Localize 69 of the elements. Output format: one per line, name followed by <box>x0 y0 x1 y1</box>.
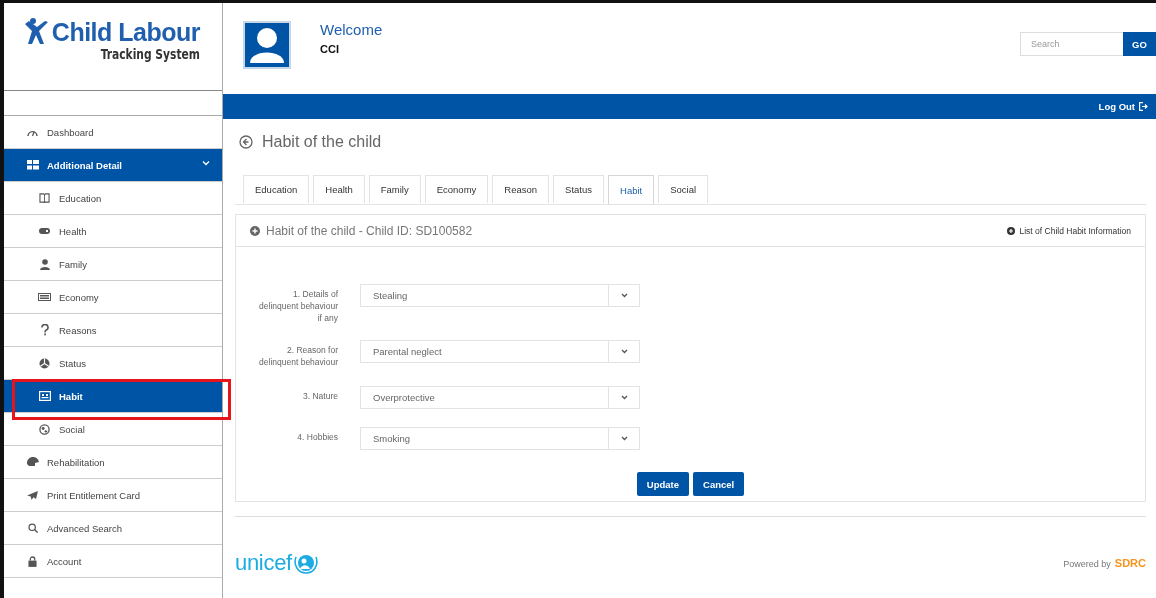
globe-emblem-icon <box>293 552 318 574</box>
tab[interactable]: Economy <box>424 175 489 203</box>
field-label: 3. Nature <box>302 390 338 402</box>
keyboard-icon <box>38 293 51 301</box>
lock-icon <box>26 555 39 567</box>
panel-title: Habit of the child - Child ID: SD100582 <box>266 223 473 238</box>
cancel-button[interactable]: Cancel <box>693 472 745 496</box>
sidebar-subitem[interactable]: Family <box>4 248 222 281</box>
question-mark-icon <box>38 324 51 336</box>
search-field[interactable]: Search <box>1020 32 1123 56</box>
back-circle-icon[interactable] <box>239 135 253 149</box>
dropdown-field[interactable]: Smoking <box>360 427 640 450</box>
logout-button[interactable]: Log Out <box>1098 101 1148 112</box>
sidebar-item[interactable]: Additional Detail <box>4 149 222 182</box>
sidebar-item[interactable]: Print Entitlement Card <box>4 479 222 512</box>
plus-circle-icon <box>1006 226 1015 235</box>
sidebar-subitem[interactable]: Social <box>4 413 222 446</box>
plus-circle-icon <box>250 225 260 236</box>
dropdown-field[interactable]: Parental neglect <box>360 340 640 363</box>
pie-icon <box>38 357 51 369</box>
field-label: 1. Details of delinquent behaviour if any <box>258 288 338 324</box>
logo-subtitle: Tracking System <box>100 46 200 62</box>
sidebar-subitem[interactable]: Habit <box>4 380 222 413</box>
powered-by-text: Powered by <box>1063 559 1111 569</box>
sidebar-subitem[interactable]: Reasons <box>4 314 222 347</box>
chevron-down-icon <box>202 159 210 167</box>
chevron-down-icon <box>620 395 628 400</box>
person-icon <box>38 258 51 270</box>
user-name: CCI <box>320 43 340 55</box>
sidebar-subitem[interactable]: Education <box>4 182 222 215</box>
tab[interactable]: Habit <box>608 175 655 204</box>
paper-plane-icon <box>26 490 39 500</box>
company-name: SDRC <box>1114 557 1146 569</box>
welcome-text: Welcome <box>320 21 383 38</box>
user-avatar-icon <box>243 21 291 69</box>
sidebar-subitem[interactable]: Status <box>4 347 222 380</box>
tab[interactable]: Health <box>313 175 365 203</box>
sidebar-subitem[interactable]: Economy <box>4 281 222 314</box>
book-icon <box>38 193 51 203</box>
list-link[interactable]: List of Child Habit Information <box>1006 225 1131 236</box>
page-title: Habit of the child <box>262 133 382 151</box>
child-figure-icon <box>23 17 50 45</box>
tab[interactable]: Education <box>243 175 310 203</box>
cap-icon <box>26 457 39 467</box>
logo-title: Child Labour <box>51 20 200 45</box>
globe-icon <box>38 423 51 435</box>
tab[interactable]: Family <box>368 175 421 203</box>
update-button[interactable]: Update <box>636 472 689 496</box>
sidebar-item[interactable]: Account <box>4 545 222 578</box>
unicef-logo-text: unicef <box>235 550 292 576</box>
tab[interactable]: Status <box>553 175 604 203</box>
field-label: 4. Hobbies <box>296 431 338 443</box>
grid-icon <box>26 160 39 170</box>
field-label: 2. Reason for delinquent behaviour <box>258 344 338 368</box>
search-icon <box>26 523 39 533</box>
pill-icon <box>38 227 51 235</box>
sidebar-item[interactable]: Advanced Search <box>4 512 222 545</box>
card-icon <box>38 391 51 401</box>
sidebar-subitem[interactable]: Health <box>4 215 222 248</box>
logout-icon <box>1139 102 1148 111</box>
tab[interactable]: Reason <box>492 175 550 203</box>
chevron-down-icon <box>620 293 628 298</box>
chevron-down-icon <box>620 349 628 354</box>
tab[interactable]: Social <box>658 175 709 203</box>
dropdown-field[interactable]: Stealing <box>360 284 640 307</box>
go-button[interactable]: GO <box>1123 32 1156 56</box>
dropdown-field[interactable]: Overprotective <box>360 386 640 409</box>
sidebar-item[interactable]: Rehabilitation <box>4 446 222 479</box>
chevron-down-icon <box>620 436 628 441</box>
